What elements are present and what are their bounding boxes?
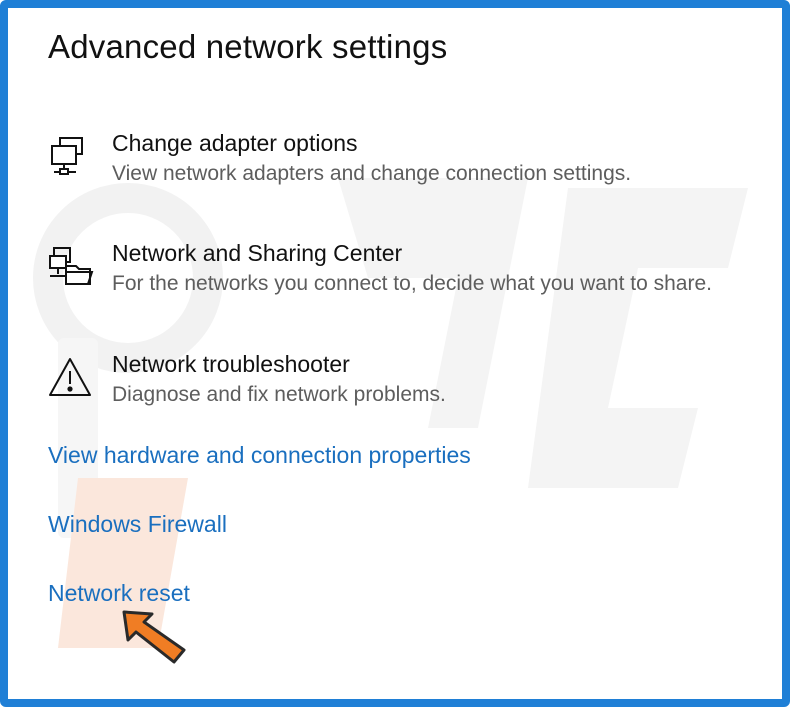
option-title: Change adapter options (112, 130, 358, 156)
link-view-hardware-properties[interactable]: View hardware and connection properties (48, 442, 471, 469)
pointer-arrow-icon (118, 606, 190, 668)
warning-icon (46, 353, 94, 401)
option-network-sharing-center[interactable]: Network and Sharing Center For the netwo… (46, 240, 766, 304)
option-description: View network adapters and change connect… (112, 162, 632, 185)
page-title: Advanced network settings (48, 28, 448, 65)
option-network-troubleshooter[interactable]: Network troubleshooter Diagnose and fix … (46, 351, 766, 415)
option-title: Network and Sharing Center (112, 240, 403, 266)
option-description: For the networks you connect to, decide … (112, 272, 712, 295)
settings-window: Advanced network settings Change adapter… (0, 0, 790, 707)
link-network-reset[interactable]: Network reset (48, 580, 190, 607)
option-change-adapter[interactable]: Change adapter options View network adap… (46, 130, 766, 194)
network-adapter-icon (46, 132, 94, 180)
network-sharing-icon (46, 242, 94, 290)
option-description: Diagnose and fix network problems. (112, 383, 446, 406)
link-windows-firewall[interactable]: Windows Firewall (48, 511, 227, 538)
option-title: Network troubleshooter (112, 351, 350, 377)
